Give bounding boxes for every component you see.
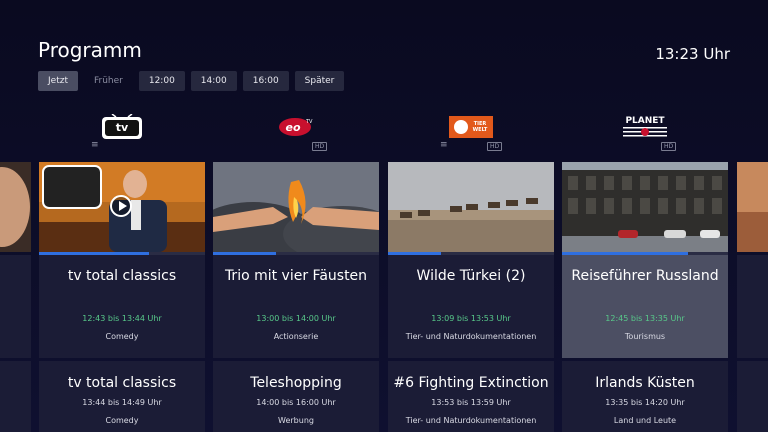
recording-icon: ≡ (91, 140, 99, 150)
channel-logo-row: tv ≡ eo TV HD TIER WELT ≡ HD PLANET HD (0, 112, 768, 152)
program-title: Reiseführer Russland (571, 268, 719, 284)
program-genre: Tourismus (624, 332, 666, 341)
planet-logo-icon: PLANET (623, 116, 667, 137)
svg-text:WELT: WELT (473, 127, 488, 133)
card-partial-right-next[interactable] (737, 361, 768, 432)
program-card-now[interactable]: Trio mit vier Fäusten 13:00 bis 14:00 Uh… (213, 255, 379, 358)
page-title: Programm (38, 38, 142, 62)
filter-1400-button[interactable]: 14:00 (190, 71, 237, 91)
eotv-logo-icon: eo TV (279, 118, 313, 136)
program-time: 12:45 bis 13:35 Uhr (605, 314, 685, 323)
thumbnail-partial-right[interactable] (737, 162, 768, 252)
program-card-next[interactable]: #6 Fighting Extinction 13:53 bis 13:59 U… (388, 361, 554, 432)
thumbnail-tvtotal[interactable] (39, 162, 205, 252)
recording-icon: ≡ (440, 140, 448, 150)
channel-column-planet: Reiseführer Russland 12:45 bis 13:35 Uhr… (562, 162, 728, 358)
program-card-next[interactable]: Irlands Küsten 13:35 bis 14:20 Uhr Land … (562, 361, 728, 432)
program-genre: Actionserie (273, 332, 319, 341)
thumbnail-partial-right-image (737, 162, 768, 252)
channel-logo-eotv[interactable]: eo TV HD (213, 112, 379, 152)
program-card-next[interactable]: tv total classics 13:44 bis 14:49 Uhr Co… (39, 361, 205, 432)
program-genre: Tier- und Naturdokumentationen (405, 332, 537, 341)
thumbnail-planet-image (562, 162, 728, 252)
channel-logo-tvtotal[interactable]: tv ≡ (39, 112, 205, 152)
program-time: 13:53 bis 13:59 Uhr (431, 398, 511, 407)
channel-column-eotv: Trio mit vier Fäusten 13:00 bis 14:00 Uh… (213, 162, 379, 358)
thumbnail-eotv[interactable] (213, 162, 379, 252)
filter-1200-button[interactable]: 12:00 (138, 71, 185, 91)
program-title: tv total classics (67, 268, 177, 284)
program-time: 13:44 bis 14:49 Uhr (82, 398, 162, 407)
program-time: 13:00 bis 14:00 Uhr (256, 314, 336, 323)
hd-badge: HD (312, 142, 328, 151)
tv-total-logo-icon: tv (102, 114, 142, 139)
svg-text:TV: TV (305, 119, 313, 125)
program-title: tv total classics (67, 375, 177, 391)
thumbnail-planet[interactable] (562, 162, 728, 252)
card-partial-left[interactable] (0, 255, 31, 358)
program-genre: Land und Leute (613, 416, 677, 425)
program-time: 13:09 bis 13:53 Uhr (431, 314, 511, 323)
card-partial-right[interactable] (737, 255, 768, 358)
program-time: 12:43 bis 13:44 Uhr (82, 314, 162, 323)
svg-text:eo: eo (285, 121, 300, 134)
program-time: 14:00 bis 16:00 Uhr (256, 398, 336, 407)
program-title: Teleshopping (250, 375, 342, 391)
svg-text:tv: tv (116, 121, 129, 134)
program-card-now[interactable]: Wilde Türkei (2) 13:09 bis 13:53 Uhr Tie… (388, 255, 554, 358)
time-filter-bar: Jetzt Früher 12:00 14:00 16:00 Später (38, 71, 345, 91)
filter-1600-button[interactable]: 16:00 (242, 71, 289, 91)
channel-logo-tierwelt[interactable]: TIER WELT ≡ HD (388, 112, 554, 152)
hd-badge: HD (661, 142, 677, 151)
program-time: 13:35 bis 14:20 Uhr (605, 398, 685, 407)
clock: 13:23 Uhr (655, 45, 730, 63)
card-partial-left-next[interactable] (0, 361, 31, 432)
program-title: Trio mit vier Fäusten (224, 268, 368, 284)
program-title: Irlands Küsten (595, 375, 695, 391)
play-icon[interactable] (110, 195, 132, 217)
program-genre: Comedy (105, 416, 139, 425)
program-title: Wilde Türkei (2) (416, 268, 526, 284)
thumbnail-partial-left-image (0, 162, 31, 252)
program-card-now[interactable]: tv total classics 12:43 bis 13:44 Uhr Co… (39, 255, 205, 358)
program-genre: Comedy (105, 332, 139, 341)
program-genre: Tier- und Naturdokumentationen (405, 416, 537, 425)
program-genre: Werbung (278, 416, 314, 425)
program-title: #6 Fighting Extinction (393, 375, 549, 391)
thumbnail-eotv-image (213, 162, 379, 252)
filter-jetzt-button[interactable]: Jetzt (38, 71, 78, 91)
hd-badge: HD (487, 142, 503, 151)
channel-column-tvtotal: tv total classics 12:43 bis 13:44 Uhr Co… (39, 162, 205, 358)
thumbnail-tierwelt[interactable] (388, 162, 554, 252)
tierwelt-logo-icon: TIER WELT (449, 116, 493, 138)
svg-text:PLANET: PLANET (625, 116, 665, 126)
filter-frueher-button[interactable]: Früher (84, 71, 133, 91)
thumbnail-partial-left[interactable] (0, 162, 31, 252)
channel-logo-planet[interactable]: PLANET HD (562, 112, 728, 152)
filter-spaeter-button[interactable]: Später (294, 71, 345, 91)
channel-column-tierwelt: Wilde Türkei (2) 13:09 bis 13:53 Uhr Tie… (388, 162, 554, 358)
thumbnail-tierwelt-image (388, 162, 554, 252)
program-card-now-focused[interactable]: Reiseführer Russland 12:45 bis 13:35 Uhr… (562, 255, 728, 358)
program-card-next[interactable]: Teleshopping 14:00 bis 16:00 Uhr Werbung (213, 361, 379, 432)
